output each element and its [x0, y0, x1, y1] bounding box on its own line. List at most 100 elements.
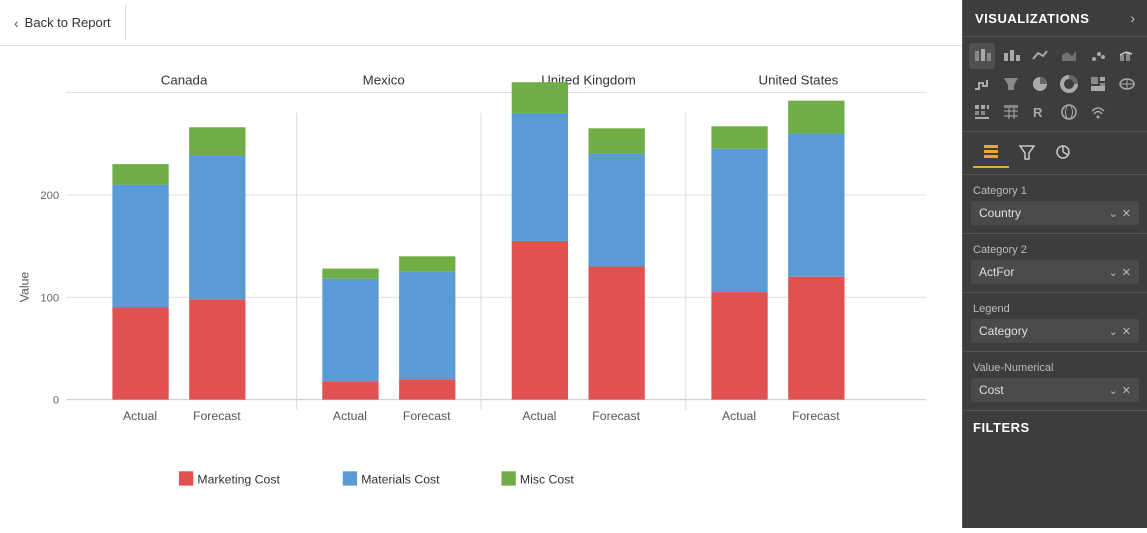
- main-area: ‹ Back to Report Value 0 100 200: [0, 0, 962, 528]
- uk-actual-misc: [512, 82, 568, 113]
- category1-dropdown[interactable]: Country ⌄ ✕: [971, 201, 1139, 225]
- fields-tab-btn[interactable]: [973, 138, 1009, 168]
- legend-field-group: Legend Category ⌄ ✕: [963, 293, 1147, 352]
- back-arrow-icon: ‹: [14, 15, 19, 31]
- filter-tab-btn[interactable]: [1009, 138, 1045, 168]
- value-numerical-label: Value-Numerical: [963, 358, 1147, 376]
- viz-icon-globe[interactable]: [1056, 99, 1082, 125]
- viz-icon-table[interactable]: [998, 99, 1024, 125]
- back-button-label: Back to Report: [25, 15, 111, 30]
- uk-forecast-materials: [589, 154, 645, 267]
- mexico-actual-marketing: [322, 381, 378, 399]
- dropdown-close-icon[interactable]: ✕: [1122, 207, 1131, 220]
- analytics-tab-btn[interactable]: [1045, 138, 1081, 168]
- us-actual-label: Actual: [722, 409, 756, 423]
- viz-icon-treemap[interactable]: [1085, 71, 1111, 97]
- category2-field-group: Category 2 ActFor ⌄ ✕: [963, 234, 1147, 293]
- y-tick-0: 0: [53, 395, 59, 407]
- dropdown-chevron-icon2: ⌄: [1109, 266, 1118, 279]
- panel-chevron-icon[interactable]: ›: [1130, 10, 1135, 26]
- mexico-forecast-materials: [399, 272, 455, 380]
- value-numerical-dropdown-icons: ⌄ ✕: [1109, 384, 1131, 397]
- chart-svg: Value 0 100 200 Canada: [10, 46, 952, 528]
- dropdown-chevron-icon: ⌄: [1109, 207, 1118, 220]
- legend-materials-icon: [343, 471, 357, 485]
- legend-dropdown-icons: ⌄ ✕: [1109, 325, 1131, 338]
- back-to-report-button[interactable]: ‹ Back to Report: [0, 5, 126, 41]
- category1-label: Category 1: [963, 181, 1147, 199]
- us-actual-materials: [711, 149, 767, 292]
- viz-icon-matrix[interactable]: [969, 99, 995, 125]
- dropdown-close-icon3[interactable]: ✕: [1122, 325, 1131, 338]
- canada-forecast-marketing: [189, 299, 245, 399]
- viz-icon-r-script[interactable]: R: [1027, 99, 1053, 125]
- legend-misc-label: Misc Cost: [520, 473, 574, 487]
- uk-forecast-marketing: [589, 267, 645, 400]
- category2-label: Category 2: [963, 240, 1147, 258]
- legend-value: Category: [979, 324, 1028, 338]
- legend-field-label: Legend: [963, 299, 1147, 317]
- us-label: United States: [758, 72, 838, 87]
- legend-marketing-label: Marketing Cost: [197, 473, 280, 487]
- us-actual-marketing: [711, 292, 767, 400]
- uk-actual-marketing: [512, 241, 568, 400]
- category2-dropdown-icons: ⌄ ✕: [1109, 266, 1131, 279]
- mexico-forecast-label: Forecast: [403, 409, 451, 423]
- viz-icon-funnel[interactable]: [998, 71, 1024, 97]
- viz-icon-bar[interactable]: [998, 43, 1024, 69]
- legend-dropdown[interactable]: Category ⌄ ✕: [971, 319, 1139, 343]
- uk-forecast-label: Forecast: [592, 409, 640, 423]
- canada-forecast-misc: [189, 127, 245, 156]
- dropdown-chevron-icon4: ⌄: [1109, 384, 1118, 397]
- viz-icon-waterfall[interactable]: [969, 71, 995, 97]
- uk-actual-materials: [512, 113, 568, 241]
- us-forecast-label: Forecast: [792, 409, 840, 423]
- viz-icon-line[interactable]: [1027, 43, 1053, 69]
- dropdown-close-icon4[interactable]: ✕: [1122, 384, 1131, 397]
- y-axis-label: Value: [17, 272, 31, 303]
- viz-icon-area[interactable]: [1056, 43, 1082, 69]
- viz-icon-donut[interactable]: [1056, 71, 1082, 97]
- legend-misc-icon: [501, 471, 515, 485]
- viz-icon-scatter[interactable]: [1085, 43, 1111, 69]
- viz-icon-wifi[interactable]: [1085, 99, 1111, 125]
- us-forecast-marketing: [788, 277, 844, 400]
- mexico-label: Mexico: [363, 72, 405, 87]
- value-numerical-field-group: Value-Numerical Cost ⌄ ✕: [963, 352, 1147, 411]
- value-numerical-dropdown[interactable]: Cost ⌄ ✕: [971, 378, 1139, 402]
- viz-icon-map[interactable]: [1114, 71, 1140, 97]
- us-forecast-materials: [788, 133, 844, 276]
- category1-value: Country: [979, 206, 1021, 220]
- mexico-actual-label: Actual: [333, 409, 367, 423]
- us-actual-misc: [711, 126, 767, 149]
- canada-forecast-materials: [189, 156, 245, 299]
- viz-icon-stacked-bar[interactable]: [969, 43, 995, 69]
- legend-marketing-icon: [179, 471, 193, 485]
- viz-icon-combo[interactable]: [1114, 43, 1140, 69]
- canada-actual-marketing: [112, 307, 168, 399]
- viz-icon-pie[interactable]: [1027, 71, 1053, 97]
- mexico-actual-misc: [322, 269, 378, 279]
- canada-actual-misc: [112, 164, 168, 184]
- filters-title: FILTERS: [973, 420, 1030, 435]
- panel-title: VISUALIZATIONS: [975, 11, 1089, 26]
- mexico-forecast-misc: [399, 256, 455, 271]
- category2-value: ActFor: [979, 265, 1014, 279]
- canada-forecast-label: Forecast: [193, 409, 241, 423]
- dropdown-chevron-icon3: ⌄: [1109, 325, 1118, 338]
- uk-actual-label: Actual: [522, 409, 556, 423]
- y-tick-100: 100: [40, 292, 59, 304]
- category2-dropdown[interactable]: ActFor ⌄ ✕: [971, 260, 1139, 284]
- dropdown-close-icon2[interactable]: ✕: [1122, 266, 1131, 279]
- svg-text:R: R: [1033, 105, 1043, 120]
- canada-actual-materials: [112, 185, 168, 308]
- y-tick-200: 200: [40, 190, 59, 202]
- viz-icons-grid: R: [963, 37, 1147, 132]
- canada-label: Canada: [161, 72, 208, 87]
- uk-forecast-misc: [589, 128, 645, 154]
- mexico-forecast-marketing: [399, 379, 455, 399]
- panel-header: VISUALIZATIONS ›: [963, 0, 1147, 37]
- canada-actual-label: Actual: [123, 409, 157, 423]
- us-forecast-misc: [788, 101, 844, 134]
- fields-section: Category 1 Country ⌄ ✕ Category 2 ActFor…: [963, 175, 1147, 411]
